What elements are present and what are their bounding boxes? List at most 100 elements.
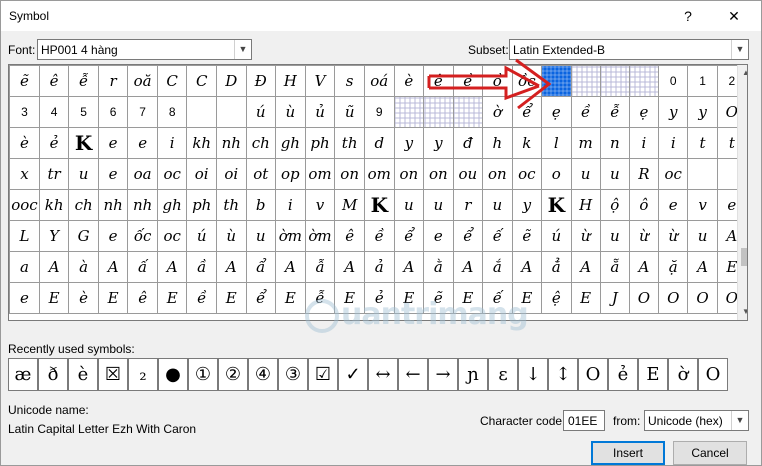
- symbol-cell[interactable]: m: [570, 127, 601, 159]
- symbol-cell[interactable]: y: [393, 127, 425, 159]
- symbol-cell[interactable]: ể: [393, 220, 425, 252]
- symbol-cell[interactable]: A: [511, 251, 543, 283]
- symbol-cell[interactable]: A: [274, 251, 306, 283]
- recent-symbol[interactable]: ☑: [308, 358, 338, 391]
- symbol-cell[interactable]: [393, 96, 425, 128]
- recent-symbol[interactable]: ɛ: [488, 358, 518, 391]
- symbol-cell[interactable]: K: [541, 189, 572, 221]
- symbol-cell[interactable]: E: [274, 282, 306, 314]
- symbol-cell[interactable]: o: [541, 158, 572, 190]
- symbol-cell[interactable]: E: [156, 282, 188, 314]
- symbol-cell[interactable]: e: [658, 189, 689, 221]
- symbol-cell[interactable]: u: [482, 189, 513, 221]
- symbol-cell[interactable]: 7: [127, 96, 158, 128]
- recent-symbol[interactable]: ↔: [368, 358, 398, 391]
- close-icon[interactable]: ✕: [712, 1, 756, 31]
- symbol-cell[interactable]: ẹ: [628, 96, 660, 128]
- symbol-cell[interactable]: ẵ: [599, 251, 630, 283]
- symbol-cell[interactable]: oi: [186, 158, 217, 190]
- symbol-cell[interactable]: x: [9, 158, 40, 190]
- symbol-cell[interactable]: y: [687, 96, 718, 128]
- symbol-cell[interactable]: K: [68, 127, 99, 159]
- symbol-cell[interactable]: à: [68, 251, 99, 283]
- symbol-cell[interactable]: E: [38, 282, 70, 314]
- symbol-cell[interactable]: oă: [127, 65, 158, 97]
- symbol-cell[interactable]: ẳ: [541, 251, 572, 283]
- symbol-cell[interactable]: [215, 96, 247, 128]
- symbol-cell[interactable]: D: [215, 65, 247, 97]
- recent-symbol[interactable]: ð: [38, 358, 68, 391]
- recent-symbol[interactable]: ₂: [128, 358, 158, 391]
- symbol-cell[interactable]: A: [570, 251, 601, 283]
- symbol-cell[interactable]: kh: [38, 189, 70, 221]
- symbol-cell[interactable]: oc: [156, 158, 188, 190]
- symbol-cell[interactable]: ế: [482, 220, 513, 252]
- symbol-cell[interactable]: e: [97, 127, 129, 159]
- symbol-cell[interactable]: ủ: [304, 96, 336, 128]
- scroll-down-icon[interactable]: ▼: [738, 304, 747, 320]
- symbol-cell[interactable]: 1: [687, 65, 718, 97]
- symbol-cell[interactable]: y: [423, 127, 454, 159]
- symbol-cell[interactable]: on: [482, 158, 513, 190]
- symbol-cell[interactable]: A: [628, 251, 660, 283]
- recent-symbol[interactable]: æ: [8, 358, 38, 391]
- symbol-cell[interactable]: op: [274, 158, 306, 190]
- symbol-cell[interactable]: K: [363, 189, 395, 221]
- symbol-cell[interactable]: Đ: [245, 65, 276, 97]
- symbol-cell[interactable]: C: [186, 65, 217, 97]
- recent-symbol[interactable]: ②: [218, 358, 248, 391]
- symbol-cell[interactable]: on: [393, 158, 425, 190]
- symbol-cell[interactable]: ê: [38, 65, 70, 97]
- chevron-down-icon[interactable]: ▼: [234, 40, 251, 59]
- symbol-cell[interactable]: u: [423, 189, 454, 221]
- symbol-cell[interactable]: ể: [452, 220, 484, 252]
- symbol-cell[interactable]: H: [570, 189, 601, 221]
- symbol-cell[interactable]: V: [304, 65, 336, 97]
- chevron-down-icon[interactable]: ▼: [731, 411, 748, 430]
- symbol-cell[interactable]: 3: [9, 96, 40, 128]
- symbol-cell[interactable]: ừ: [658, 220, 689, 252]
- recent-symbol[interactable]: →: [428, 358, 458, 391]
- symbol-cell[interactable]: è: [393, 65, 425, 97]
- symbol-cell[interactable]: ệ: [541, 282, 572, 314]
- symbol-cell[interactable]: th: [334, 127, 365, 159]
- symbol-cell[interactable]: ẩ: [245, 251, 276, 283]
- symbol-cell[interactable]: i: [628, 127, 660, 159]
- help-button[interactable]: ?: [666, 1, 710, 31]
- symbol-cell[interactable]: u: [393, 189, 425, 221]
- symbol-cell[interactable]: u: [68, 158, 99, 190]
- symbol-cell[interactable]: r: [97, 65, 129, 97]
- symbol-cell[interactable]: ừ: [570, 220, 601, 252]
- symbol-cell[interactable]: ù: [215, 220, 247, 252]
- symbol-cell[interactable]: u: [687, 220, 718, 252]
- symbol-cell[interactable]: d: [363, 127, 395, 159]
- font-select[interactable]: HP001 4 hàng ▼: [37, 39, 252, 60]
- symbol-cell[interactable]: [628, 65, 660, 97]
- symbol-cell[interactable]: A: [215, 251, 247, 283]
- symbol-cell[interactable]: ú: [186, 220, 217, 252]
- symbol-cell[interactable]: ễ: [68, 65, 99, 97]
- symbol-cell[interactable]: ch: [245, 127, 276, 159]
- symbol-cell[interactable]: ooc: [9, 189, 40, 221]
- symbol-cell[interactable]: h: [482, 127, 513, 159]
- recent-symbol[interactable]: ờ: [668, 358, 698, 391]
- symbol-cell[interactable]: u: [570, 158, 601, 190]
- symbol-cell[interactable]: nh: [215, 127, 247, 159]
- symbol-cell[interactable]: ừ: [628, 220, 660, 252]
- symbol-cell[interactable]: ou: [452, 158, 484, 190]
- recent-symbol[interactable]: ↓: [518, 358, 548, 391]
- symbol-cell[interactable]: E: [215, 282, 247, 314]
- recent-symbol[interactable]: ●: [158, 358, 188, 391]
- symbol-cell[interactable]: i: [658, 127, 689, 159]
- symbol-cell[interactable]: A: [393, 251, 425, 283]
- recent-symbol[interactable]: ←: [398, 358, 428, 391]
- recent-symbol[interactable]: ↕: [548, 358, 578, 391]
- symbol-cell[interactable]: M: [334, 189, 365, 221]
- symbol-cell[interactable]: [570, 65, 601, 97]
- symbol-cell[interactable]: O: [628, 282, 660, 314]
- symbol-cell[interactable]: u: [599, 158, 630, 190]
- symbol-cell[interactable]: O: [658, 282, 689, 314]
- recent-symbol[interactable]: ɲ: [458, 358, 488, 391]
- symbol-cell[interactable]: ú: [245, 96, 276, 128]
- symbol-cell[interactable]: k: [511, 127, 543, 159]
